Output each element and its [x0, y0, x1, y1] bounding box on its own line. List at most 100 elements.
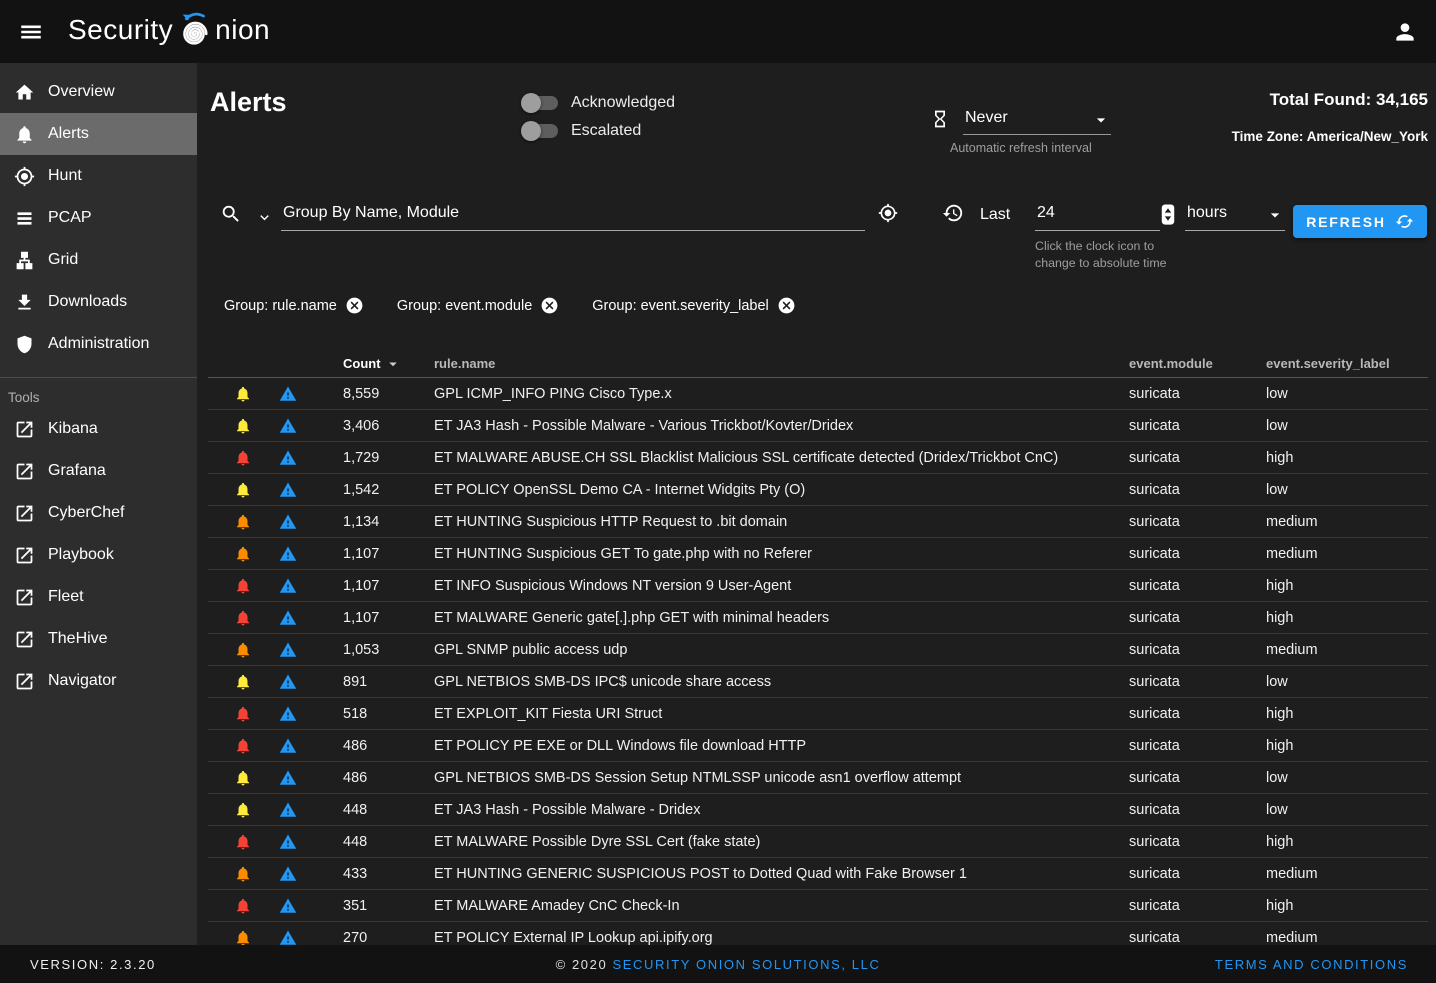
- group-filter-chip[interactable]: Group: event.module: [383, 291, 567, 320]
- sidebar-item-administration[interactable]: Administration: [0, 323, 197, 365]
- external-link-icon: [14, 503, 35, 524]
- alerts-table-body: 8,559 GPL ICMP_INFO PING Cisco Type.x su…: [208, 378, 1428, 945]
- cell-count: 1,542: [308, 482, 434, 498]
- cell-rule-name: GPL NETBIOS SMB-DS Session Setup NTMLSSP…: [434, 770, 1129, 786]
- search-input[interactable]: [281, 202, 865, 231]
- external-link-icon: [14, 419, 35, 440]
- column-header-count[interactable]: Count: [308, 355, 434, 373]
- table-row[interactable]: 1,107 ET HUNTING Suspicious GET To gate.…: [208, 538, 1428, 570]
- auto-refresh-select[interactable]: Never: [963, 107, 1111, 135]
- sidebar-item-downloads[interactable]: Downloads: [0, 281, 197, 323]
- cell-severity-label: medium: [1266, 642, 1428, 658]
- sidebar-tool-label: Grafana: [48, 462, 106, 480]
- table-row[interactable]: 351 ET MALWARE Amadey CnC Check-In suric…: [208, 890, 1428, 922]
- sidebar-tool-item[interactable]: Kibana: [0, 408, 197, 450]
- security-onion-logo[interactable]: Security nion: [68, 12, 270, 52]
- table-row[interactable]: 1,729 ET MALWARE ABUSE.CH SSL Blacklist …: [208, 442, 1428, 474]
- cell-event-module: suricata: [1129, 610, 1266, 626]
- cell-count: 448: [308, 802, 434, 818]
- sidebar-tool-item[interactable]: Fleet: [0, 576, 197, 618]
- cell-rule-name: ET HUNTING Suspicious GET To gate.php wi…: [434, 546, 1129, 562]
- cell-count: 1,107: [308, 546, 434, 562]
- toggle-switch[interactable]: [524, 96, 558, 110]
- column-header-severity-label[interactable]: event.severity_label: [1266, 356, 1428, 371]
- query-chevron-down-icon[interactable]: [256, 209, 273, 226]
- sidebar-tool-item[interactable]: CyberChef: [0, 492, 197, 534]
- auto-refresh-control: Never Automatic refresh interval: [930, 107, 1111, 155]
- table-row[interactable]: 1,542 ET POLICY OpenSSL Demo CA - Intern…: [208, 474, 1428, 506]
- group-filter-chips: Group: rule.name Group: event.module Gro…: [210, 291, 804, 320]
- sidebar-tool-item[interactable]: TheHive: [0, 618, 197, 660]
- table-row[interactable]: 1,053 GPL SNMP public access udp suricat…: [208, 634, 1428, 666]
- timerange-value-input[interactable]: [1035, 202, 1160, 231]
- history-clock-icon[interactable]: [942, 202, 964, 224]
- table-row[interactable]: 8,559 GPL ICMP_INFO PING Cisco Type.x su…: [208, 378, 1428, 410]
- cell-rule-name: ET POLICY OpenSSL Demo CA - Internet Wid…: [434, 482, 1129, 498]
- cell-severity-label: high: [1266, 578, 1428, 594]
- chip-close-icon[interactable]: [540, 296, 559, 315]
- sidebar-tools-list: Kibana Grafana CyberChef Playbook Fleet: [0, 408, 197, 702]
- table-row[interactable]: 1,107 ET INFO Suspicious Windows NT vers…: [208, 570, 1428, 602]
- number-stepper-icon[interactable]: [1161, 203, 1175, 226]
- cell-rule-name: ET INFO Suspicious Windows NT version 9 …: [434, 578, 1129, 594]
- sidebar-item-overview[interactable]: Overview: [0, 71, 197, 113]
- info-warning-triangle-icon: [268, 449, 308, 467]
- chip-close-icon[interactable]: [777, 296, 796, 315]
- toggle-label: Acknowledged: [571, 94, 675, 112]
- group-filter-chip[interactable]: Group: rule.name: [210, 291, 372, 320]
- user-account-icon[interactable]: [1388, 15, 1422, 49]
- sidebar-item-pcap[interactable]: PCAP: [0, 197, 197, 239]
- table-row[interactable]: 891 GPL NETBIOS SMB-DS IPC$ unicode shar…: [208, 666, 1428, 698]
- severity-bell-icon: [218, 897, 268, 915]
- toggle-switch[interactable]: [524, 124, 558, 138]
- company-link[interactable]: SECURITY ONION SOLUTIONS, LLC: [613, 957, 881, 972]
- table-row[interactable]: 1,134 ET HUNTING Suspicious HTTP Request…: [208, 506, 1428, 538]
- table-row[interactable]: 448 ET JA3 Hash - Possible Malware - Dri…: [208, 794, 1428, 826]
- shield-icon: [14, 334, 35, 355]
- info-warning-triangle-icon: [268, 481, 308, 499]
- table-row[interactable]: 433 ET HUNTING GENERIC SUSPICIOUS POST t…: [208, 858, 1428, 890]
- chip-label: Group: event.severity_label: [592, 298, 769, 314]
- table-row[interactable]: 486 GPL NETBIOS SMB-DS Session Setup NTM…: [208, 762, 1428, 794]
- cell-event-module: suricata: [1129, 898, 1266, 914]
- table-row[interactable]: 486 ET POLICY PE EXE or DLL Windows file…: [208, 730, 1428, 762]
- cell-count: 1,107: [308, 610, 434, 626]
- total-found-label: Total Found:: [1270, 90, 1372, 109]
- toggle-label: Escalated: [571, 122, 641, 140]
- severity-bell-icon: [218, 833, 268, 851]
- cell-severity-label: medium: [1266, 866, 1428, 882]
- sidebar-item-hunt[interactable]: Hunt: [0, 155, 197, 197]
- total-found: Total Found: 34,165: [1270, 90, 1428, 110]
- severity-bell-icon: [218, 577, 268, 595]
- hamburger-menu-icon[interactable]: [14, 15, 48, 49]
- table-row[interactable]: 448 ET MALWARE Possible Dyre SSL Cert (f…: [208, 826, 1428, 858]
- sidebar-item-alerts[interactable]: Alerts: [0, 113, 197, 155]
- terms-link[interactable]: TERMS AND CONDITIONS: [1215, 957, 1408, 972]
- sidebar-tool-item[interactable]: Grafana: [0, 450, 197, 492]
- query-controls: Last hours Click the clock icon to chang…: [197, 202, 1436, 297]
- table-row[interactable]: 3,406 ET JA3 Hash - Possible Malware - V…: [208, 410, 1428, 442]
- info-warning-triangle-icon: [268, 737, 308, 755]
- cell-event-module: suricata: [1129, 706, 1266, 722]
- cell-event-module: suricata: [1129, 834, 1266, 850]
- sidebar-tool-item[interactable]: Navigator: [0, 660, 197, 702]
- table-row[interactable]: 518 ET EXPLOIT_KIT Fiesta URI Struct sur…: [208, 698, 1428, 730]
- escalated-toggle[interactable]: Escalated: [524, 117, 675, 145]
- column-header-event-module[interactable]: event.module: [1129, 356, 1266, 371]
- timerange-unit-select[interactable]: hours: [1185, 202, 1285, 231]
- chip-close-icon[interactable]: [345, 296, 364, 315]
- sidebar-item-grid[interactable]: Grid: [0, 239, 197, 281]
- acknowledged-toggle[interactable]: Acknowledged: [524, 89, 675, 117]
- column-header-rule-name[interactable]: rule.name: [434, 356, 1129, 371]
- refresh-button[interactable]: REFRESH: [1293, 205, 1427, 238]
- cell-count: 8,559: [308, 386, 434, 402]
- info-warning-triangle-icon: [268, 417, 308, 435]
- sidebar-tool-item[interactable]: Playbook: [0, 534, 197, 576]
- tools-section-label: Tools: [0, 378, 197, 408]
- table-row[interactable]: 1,107 ET MALWARE Generic gate[.].php GET…: [208, 602, 1428, 634]
- table-row[interactable]: 270 ET POLICY External IP Lookup api.ipi…: [208, 922, 1428, 945]
- query-target-icon[interactable]: [878, 203, 898, 223]
- cell-severity-label: low: [1266, 418, 1428, 434]
- group-filter-chip[interactable]: Group: event.severity_label: [578, 291, 804, 320]
- cell-count: 1,107: [308, 578, 434, 594]
